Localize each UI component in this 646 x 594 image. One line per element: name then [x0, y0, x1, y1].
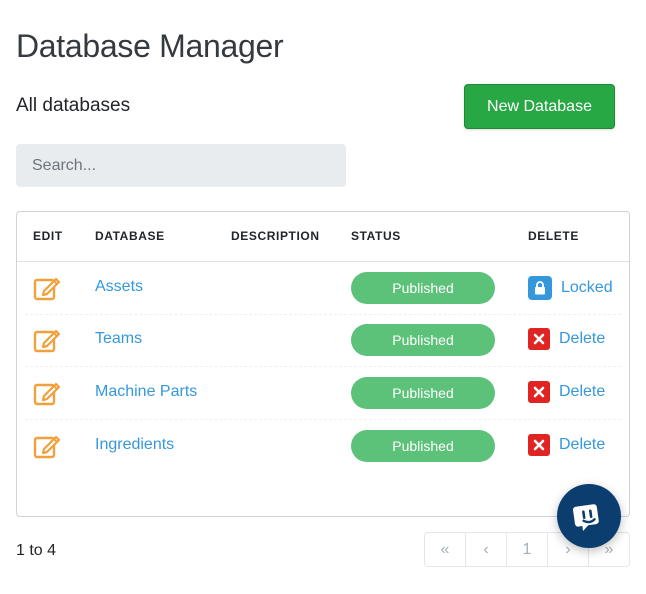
status-badge: Published: [351, 272, 495, 304]
database-name-link[interactable]: Machine Parts: [95, 383, 197, 401]
database-name-link[interactable]: Ingredients: [95, 436, 174, 454]
close-icon: [528, 434, 550, 456]
delete-button[interactable]: Delete: [528, 381, 605, 403]
edit-icon[interactable]: [33, 432, 61, 460]
edit-icon[interactable]: [33, 379, 61, 407]
column-header-delete: DELETE: [528, 229, 579, 243]
table-row: Ingredients Published Delete: [17, 420, 629, 473]
table-header: EDIT DATABASE DESCRIPTION STATUS DELETE: [17, 212, 629, 262]
page-subtitle: All databases: [16, 95, 131, 116]
databases-table: EDIT DATABASE DESCRIPTION STATUS DELETE …: [16, 211, 630, 517]
status-badge: Published: [351, 377, 495, 409]
locked-indicator[interactable]: Locked: [528, 276, 613, 300]
close-icon: [528, 381, 550, 403]
delete-label: Delete: [559, 383, 606, 400]
delete-label: Delete: [559, 436, 606, 453]
first-page-button[interactable]: «: [425, 533, 466, 566]
edit-icon[interactable]: [33, 274, 61, 302]
delete-button[interactable]: Delete: [528, 434, 605, 456]
edit-icon[interactable]: [33, 326, 61, 354]
chat-help-button[interactable]: [557, 484, 621, 548]
close-icon: [528, 328, 550, 350]
table-row: Assets Published Locked: [17, 262, 629, 315]
page-title: Database Manager: [16, 28, 284, 64]
new-database-button[interactable]: New Database: [464, 84, 615, 129]
table-row: Machine Parts Published Delete: [17, 367, 629, 420]
delete-button[interactable]: Delete: [528, 328, 605, 350]
database-name-link[interactable]: Teams: [95, 330, 142, 348]
column-header-edit: EDIT: [33, 229, 63, 243]
lock-icon: [528, 276, 552, 300]
column-header-database[interactable]: DATABASE: [95, 229, 165, 243]
database-name-link[interactable]: Assets: [95, 278, 143, 296]
status-badge: Published: [351, 324, 495, 356]
status-badge: Published: [351, 430, 495, 462]
results-count: 1 to 4: [16, 542, 57, 559]
page-1-button[interactable]: 1: [507, 533, 548, 566]
column-header-description[interactable]: DESCRIPTION: [231, 229, 320, 243]
locked-label: Locked: [561, 279, 613, 296]
delete-label: Delete: [559, 330, 606, 347]
column-header-status[interactable]: STATUS: [351, 229, 401, 243]
search-input[interactable]: [16, 144, 346, 187]
table-row: Teams Published Delete: [17, 314, 629, 367]
chat-help-icon: [573, 504, 599, 531]
prev-page-button[interactable]: ‹: [466, 533, 507, 566]
